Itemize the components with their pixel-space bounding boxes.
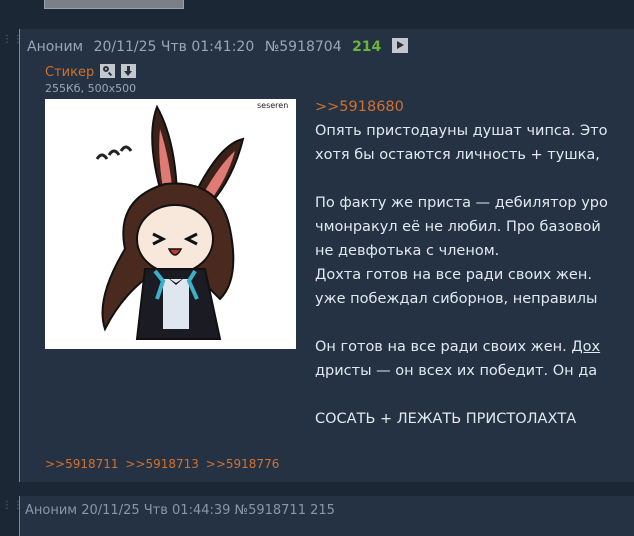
post-author: Аноним	[27, 39, 84, 55]
body-line: уже побеждал сиборнов, неправилы	[315, 291, 598, 307]
reply-link[interactable]: >>5918776	[206, 457, 280, 471]
post-image[interactable]: seseren	[45, 99, 296, 349]
image-watermark: seseren	[257, 101, 288, 110]
body-line: Дохта готов на все ради своих жен.	[315, 267, 592, 283]
body-line: Опять пристодауны душат чипса. Это	[315, 123, 608, 139]
play-icon[interactable]	[391, 38, 408, 53]
next-post-header: Аноним 20/11/25 Чтв 01:44:39 №5918711 21…	[25, 503, 335, 518]
search-icon[interactable]	[100, 64, 116, 78]
body-line-underlined: Дох	[571, 339, 601, 355]
post-number[interactable]: №5918704	[265, 39, 342, 55]
post: Аноним 20/11/25 Чтв 01:41:20 №5918704 21…	[19, 29, 634, 482]
file-meta: 255Кб, 500x500	[45, 82, 137, 95]
body-line: дристы — он всех их победит. Он да	[315, 363, 598, 379]
body-line: По факту же приста — дебилятор уро	[315, 195, 608, 211]
reply-to-link[interactable]: >>5918680	[315, 99, 404, 115]
post-header: Аноним 20/11/25 Чтв 01:41:20 №5918704 21…	[27, 38, 414, 55]
reply-count: 214	[352, 39, 382, 55]
body-line: Он готов на все ради своих жен. Дох	[315, 335, 634, 359]
reply-link[interactable]: >>5918711	[45, 457, 119, 471]
download-icon[interactable]	[121, 64, 137, 78]
post-date: 20/11/25 Чтв 01:41:20	[93, 39, 255, 55]
body-line: хотя бы остаются личность + тушка,	[315, 147, 600, 163]
body-line-text: Он готов на все ради своих жен.	[315, 339, 567, 355]
file-info: Стикер	[45, 64, 137, 80]
drag-handle-icon[interactable]: ⋮⋮	[2, 35, 23, 45]
body-line: СОСАТЬ + ЛЕЖАТЬ ПРИСТОЛАХТА	[315, 411, 577, 427]
next-post: Аноним 20/11/25 Чтв 01:44:39 №5918711 21…	[19, 496, 634, 536]
chibi-character-image: seseren	[95, 101, 288, 340]
body-line: не девфотька с членом.	[315, 243, 500, 259]
drag-handle-icon[interactable]: ⋮⋮	[2, 501, 23, 511]
replies-list: >>5918711 >>5918713 >>5918776	[45, 457, 282, 471]
reply-link[interactable]: >>5918713	[125, 457, 199, 471]
file-name-link[interactable]: Стикер	[45, 65, 94, 80]
body-line: чмонракул её не любил. Про базовой	[315, 219, 601, 235]
previous-post-thumbnail[interactable]	[44, 0, 184, 9]
post-body: >>5918680 Опять пристодауны душат чипса.…	[315, 95, 634, 431]
